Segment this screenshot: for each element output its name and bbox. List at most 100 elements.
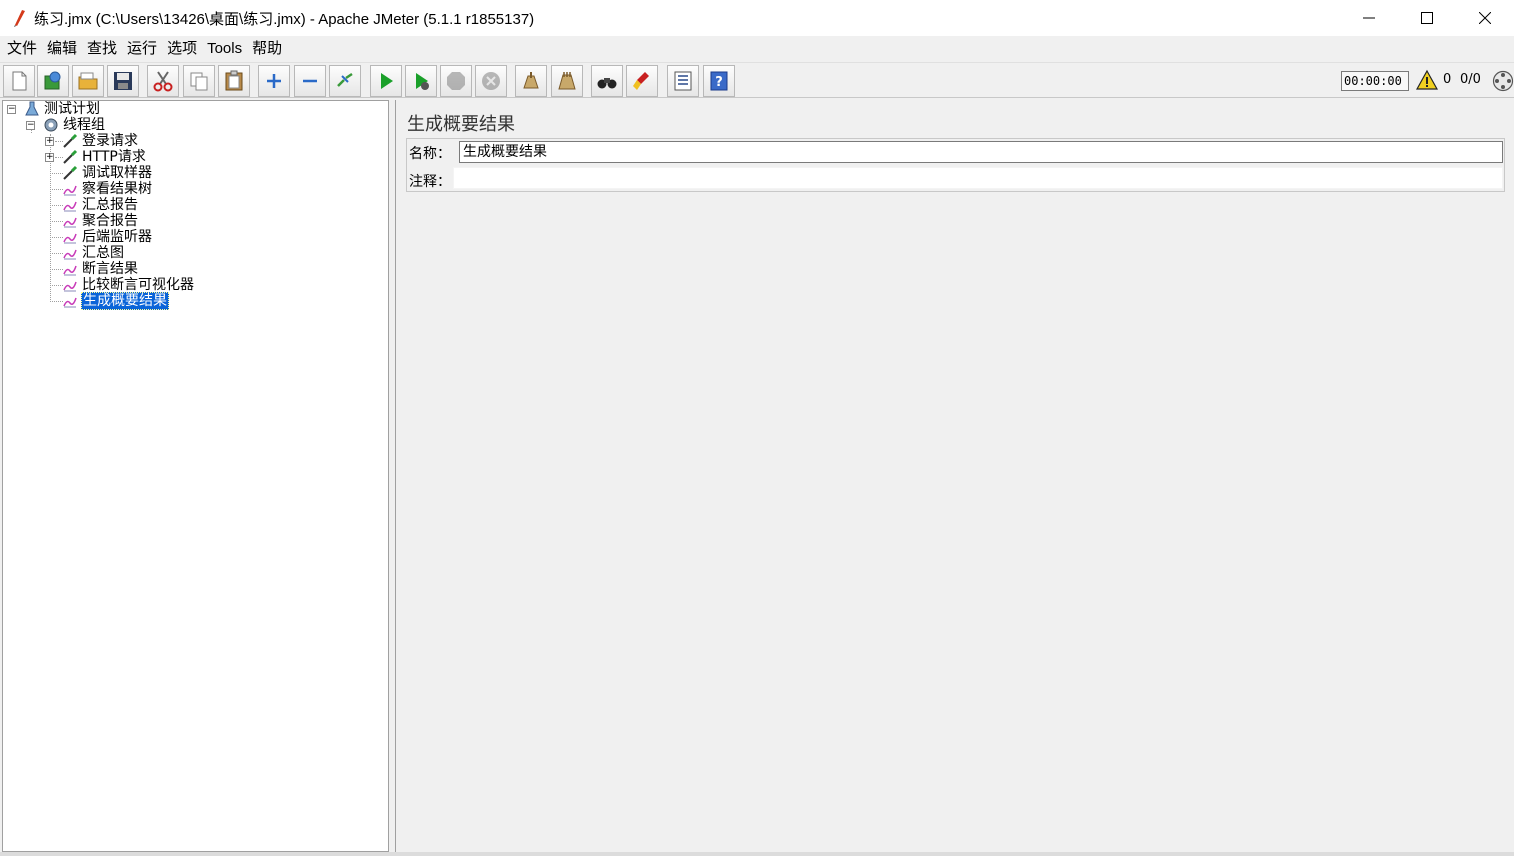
tree-expand-toggle[interactable]: +: [45, 153, 54, 162]
svg-text:?: ?: [715, 75, 723, 90]
window-bottom-edge: [0, 852, 1514, 856]
window-controls: [1340, 0, 1514, 36]
menu-run[interactable]: 运行: [122, 37, 162, 61]
warning-icon[interactable]: [1416, 69, 1438, 91]
close-button[interactable]: [1456, 0, 1514, 36]
start-no-pauses-button[interactable]: [405, 65, 437, 97]
collapse-all-button[interactable]: [294, 65, 326, 97]
open-icon: [78, 72, 98, 90]
name-comment-form: 名称： 生成概要结果 注释：: [406, 138, 1505, 192]
active-threads-count: 0/0: [1460, 72, 1481, 87]
tree-item-listener[interactable]: 汇总报告: [62, 197, 139, 213]
tree-item-sampler[interactable]: 登录请求: [62, 133, 139, 149]
tree-item-listener[interactable]: 聚合报告: [62, 213, 139, 229]
tree-item-listener[interactable]: 断言结果: [62, 261, 139, 277]
search-icon: [597, 78, 617, 89]
shutdown-icon: [482, 72, 500, 90]
help-icon: ?: [710, 71, 728, 91]
start-icon: [381, 73, 393, 89]
gear-icon: [44, 118, 58, 132]
menu-tools[interactable]: Tools: [202, 37, 247, 61]
save-icon: [114, 72, 132, 90]
new-button[interactable]: [3, 65, 35, 97]
expand-all-button[interactable]: [258, 65, 290, 97]
search-button[interactable]: [591, 65, 623, 97]
name-label: 名称：: [409, 146, 451, 162]
minimize-button[interactable]: [1340, 0, 1398, 36]
menu-edit[interactable]: 编辑: [42, 37, 82, 61]
maximize-button[interactable]: [1398, 0, 1456, 36]
copy-button[interactable]: [183, 65, 215, 97]
panel-title: 生成概要结果: [407, 114, 515, 135]
save-button[interactable]: [107, 65, 139, 97]
element-editor-panel: 生成概要结果 名称： 生成概要结果 注释：: [395, 100, 1514, 852]
shutdown-button[interactable]: [475, 65, 507, 97]
elapsed-timer: 00:00:00: [1341, 71, 1409, 91]
tree-expand-toggle[interactable]: +: [45, 137, 54, 146]
pipette-icon: [63, 133, 78, 148]
tree-item-listener[interactable]: 汇总图: [62, 245, 125, 261]
listener-graph-icon: [63, 249, 77, 260]
clear-button[interactable]: [515, 65, 547, 97]
reset-search-button[interactable]: [626, 65, 658, 97]
paste-icon: [225, 70, 243, 91]
cut-button[interactable]: [147, 65, 179, 97]
test-plan-tree[interactable]: − − + + 测试计划 线程组 登录请求 HTTP请求 调试取样器 察看结果树…: [2, 100, 389, 852]
tree-item-listener[interactable]: 后端监听器: [62, 229, 153, 245]
tree-item-listener-selected[interactable]: 生成概要结果: [62, 292, 169, 310]
stop-button[interactable]: [440, 65, 472, 97]
name-input[interactable]: 生成概要结果: [459, 141, 1503, 163]
menu-search[interactable]: 查找: [82, 37, 122, 61]
pane-splitter[interactable]: [390, 100, 394, 852]
start-no-pause-icon: [416, 73, 429, 90]
run-status-icon: [1492, 70, 1514, 92]
menu-help[interactable]: 帮助: [247, 37, 287, 61]
tree-item-sampler[interactable]: HTTP请求: [62, 149, 147, 165]
function-helper-button[interactable]: [667, 65, 699, 97]
jmeter-feather-icon: [14, 10, 25, 27]
toggle-icon: [337, 72, 353, 87]
maximize-icon: [1421, 12, 1433, 24]
tree-collapse-toggle[interactable]: −: [7, 105, 16, 114]
listener-graph-icon: [63, 185, 77, 196]
tree-item-listener[interactable]: 比较断言可视化器: [62, 277, 195, 293]
pipette-icon: [63, 149, 78, 164]
reset-search-icon: [633, 72, 649, 90]
help-button[interactable]: ?: [703, 65, 735, 97]
window-title: 练习.jmx (C:\Users\13426\桌面\练习.jmx) - Apac…: [34, 10, 535, 28]
start-button[interactable]: [370, 65, 402, 97]
menu-file[interactable]: 文件: [2, 37, 42, 61]
listener-graph-icon: [63, 217, 77, 228]
new-icon: [12, 71, 27, 91]
comment-label: 注释：: [409, 174, 451, 190]
listener-graph-icon: [63, 265, 77, 276]
clear-all-icon: [558, 72, 576, 90]
listener-graph-icon: [63, 201, 77, 212]
test-plan-icon: [25, 101, 39, 116]
tree-item-listener[interactable]: 察看结果树: [62, 181, 153, 197]
stop-icon: [447, 72, 465, 90]
toolbar: ? 00:00:00 0 0/0: [0, 62, 1514, 98]
menu-options[interactable]: 选项: [162, 37, 202, 61]
tree-item-test-plan[interactable]: 测试计划: [24, 101, 101, 117]
open-button[interactable]: [72, 65, 104, 97]
comment-input[interactable]: [453, 167, 1503, 189]
paste-button[interactable]: [218, 65, 250, 97]
tree-item-thread-group[interactable]: 线程组: [43, 117, 106, 133]
menu-bar: 文件 编辑 查找 运行 选项 Tools 帮助: [0, 36, 1514, 62]
listener-graph-icon: [63, 281, 77, 292]
tree-item-sampler[interactable]: 调试取样器: [62, 165, 153, 181]
clear-all-button[interactable]: [551, 65, 583, 97]
clear-icon: [523, 72, 539, 89]
collapse-icon: [303, 79, 317, 83]
cut-icon: [153, 71, 173, 92]
function-helper-icon: [674, 71, 692, 91]
templates-button[interactable]: [37, 65, 69, 97]
pipette-icon: [63, 165, 78, 180]
tree-collapse-toggle[interactable]: −: [26, 121, 35, 130]
templates-icon: [44, 71, 61, 90]
copy-icon: [190, 72, 208, 91]
minimize-icon: [1363, 17, 1375, 19]
toggle-button[interactable]: [329, 65, 361, 97]
close-icon: [1479, 12, 1491, 24]
